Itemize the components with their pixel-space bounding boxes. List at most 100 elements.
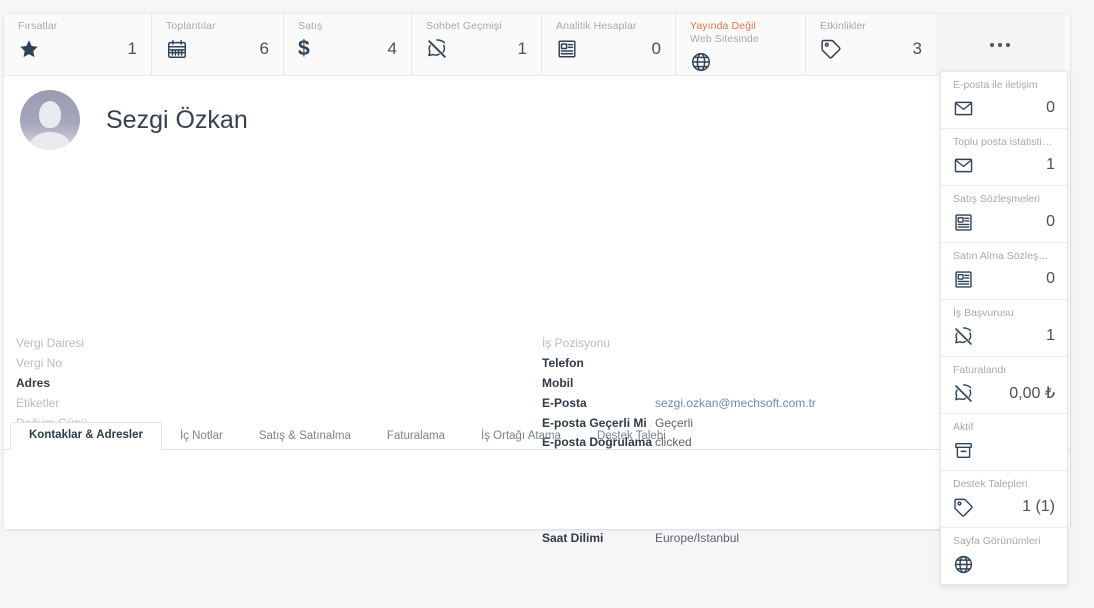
id-card-icon [953,212,974,233]
globe-icon [690,51,712,73]
more-options-dropdown[interactable]: E-posta ile iletişim 0 Toplu posta istat… [940,71,1068,585]
stat-label: Toplantılar [166,20,216,32]
avatar [20,90,80,150]
field-row: Telefon [542,354,816,373]
field-label: İş Pozisyonu [542,336,611,350]
stat-body: 0 [556,35,661,63]
dropdown-item-value: 1 [1046,327,1055,344]
field-label: Etiketler [16,396,60,410]
stat-body: 6 [166,35,269,63]
tab-3[interactable]: Satış & Satınalma [241,424,369,450]
stat-3[interactable]: Satış $ 4 [284,14,412,75]
envelope-icon [953,155,974,176]
envelope-icon [953,98,974,119]
dropdown-item-label: Aktif [953,421,974,433]
dropdown-item-body: 0 [953,95,1055,121]
dropdown-item-9[interactable]: Sayfa Görünümleri [941,528,1067,584]
dropdown-item-body: 0 [953,209,1055,235]
stat-body: 1 [18,35,137,63]
field-value: Europe/Istanbul [655,531,740,545]
field-label: E-Posta [542,396,587,410]
stat-5[interactable]: Analitik Hesaplar 0 [542,14,676,75]
globe-icon [953,554,974,575]
field-label: Vergi Dairesi [16,336,85,350]
tab-panel-content [4,450,1070,529]
dropdown-item-6[interactable]: Faturalandı 0,00 ₺ [941,357,1067,414]
more-options-button[interactable] [936,14,1064,75]
stat-body: 1 [426,35,527,63]
dropdown-item-value: 0 [1046,99,1055,116]
stat-label: Sohbet Geçmişi [426,20,502,32]
dropdown-item-label: Satış Sözleşmeleri [953,193,1040,205]
avatar-body-shape [29,132,71,150]
stat-6[interactable]: Yayında Değil Web Sitesinde [676,14,806,75]
tab-6[interactable]: Destek Talebi [579,424,684,450]
dropdown-item-5[interactable]: İş Başvurusu 1 [941,300,1067,357]
field-label: Adres [16,376,51,390]
stat-label: Fırsatlar [18,20,58,32]
stat-sublabel: Web Sitesinde [690,33,759,45]
field-row: Etiketler [16,394,216,413]
field-label: Mobil [542,376,574,390]
partner-detail-card: Fırsatlar 1 Toplantılar 6 Satış $ 4 Sohb… [4,14,1070,545]
field-label: Telefon [542,356,584,370]
tab-1[interactable]: Kontaklar & Adresler [10,422,162,450]
dropdown-item-4[interactable]: Satın Alma Sözleşm… 0 [941,243,1067,300]
dropdown-item-body [953,551,1055,577]
stat-2[interactable]: Toplantılar 6 [152,14,284,75]
dropdown-item-3[interactable]: Satış Sözleşmeleri 0 [941,186,1067,243]
field-row: Mobil [542,374,816,393]
field-row: E-Posta sezgi.ozkan@mechsoft.com.tr [542,394,816,413]
stat-1[interactable]: Fırsatlar 1 [4,14,152,75]
field-value[interactable]: sezgi.ozkan@mechsoft.com.tr [655,394,816,413]
id-card-icon [953,269,974,290]
dropdown-item-body: 1 (1) [953,494,1055,520]
stat-4[interactable]: Sohbet Geçmişi 1 [412,14,542,75]
dropdown-item-value: 0 [1046,213,1055,230]
stat-value: 3 [912,39,922,58]
tab-5[interactable]: İş Ortağı Atama [463,424,579,450]
calendar-icon [166,38,188,60]
dropdown-item-label: Satın Alma Sözleşm… [953,250,1055,262]
dropdown-item-7[interactable]: Aktif [941,414,1067,471]
field-label: Vergi No [16,356,63,370]
dollar-icon: $ [298,37,310,60]
ellipsis-icon [990,42,1010,47]
avatar-head-shape [39,101,61,128]
archive-icon [953,440,974,461]
stat-value: 1 [127,39,137,58]
dropdown-item-label: Sayfa Görünümleri [953,535,1041,547]
tab-2[interactable]: İç Notlar [162,424,241,450]
stat-label: Yayında Değil [690,20,756,32]
ticket-icon [820,38,842,60]
tab-4[interactable]: Faturalama [369,424,463,450]
page-title: Sezgi Özkan [106,106,248,134]
dropdown-item-label: Faturalandı [953,364,1007,376]
stat-7[interactable]: Etkinlikler 3 [806,14,936,75]
dropdown-item-2[interactable]: Toplu posta istatisti… 1 [941,129,1067,186]
dropdown-item-label: İş Başvurusu [953,307,1014,319]
dropdown-item-body: 0 [953,266,1055,292]
star-icon [18,38,40,60]
dropdown-item-value: 1 (1) [1022,498,1055,515]
field-row: Vergi No [16,354,216,373]
dropdown-item-label: Destek Talepleri [953,478,1028,490]
dropdown-item-body [953,437,1055,463]
field-row: İş Pozisyonu [542,334,816,353]
stat-body: $ 4 [298,35,397,63]
field-label: Saat Dilimi [542,531,604,545]
dropdown-item-body: 1 [953,152,1055,178]
ticket-icon [953,497,974,518]
dropdown-item-body: 0,00 ₺ [953,380,1055,406]
record-header: Sezgi Özkan [4,76,1070,150]
dropdown-item-1[interactable]: E-posta ile iletişim 0 [941,72,1067,129]
stat-body: 3 [820,35,922,63]
chat-off-icon [953,383,974,404]
stat-value: 6 [259,39,269,58]
stat-label: Satış [298,20,323,32]
dropdown-item-8[interactable]: Destek Talepleri 1 (1) [941,471,1067,528]
chat-off-icon [953,326,974,347]
id-card-icon [556,38,578,60]
stat-label: Etkinlikler [820,20,867,32]
dropdown-item-value: 1 [1046,156,1055,173]
